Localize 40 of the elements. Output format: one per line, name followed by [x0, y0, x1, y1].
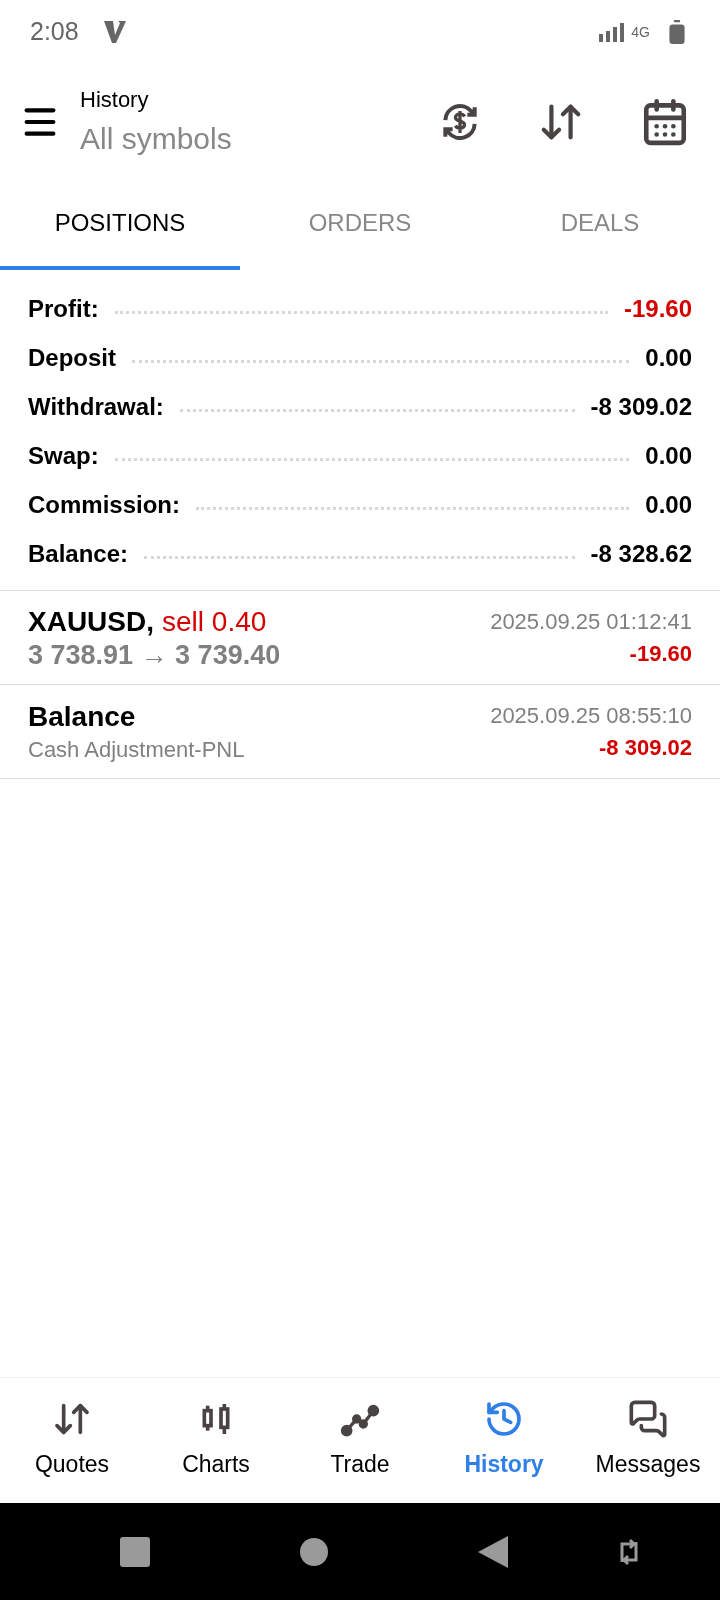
- status-time: 2:08: [30, 16, 79, 48]
- toolbar-subtitle[interactable]: All symbols: [80, 116, 232, 161]
- deal-row[interactable]: XAUUSD, sell 0.40 3 738.91 → 3 739.40 2025.09.25 01:12:41 -19.60: [0, 591, 720, 685]
- nav-tab[interactable]: Charts: [144, 1378, 288, 1503]
- summary-label: Withdrawal:: [28, 391, 164, 422]
- deal-time: 2025.09.25 08:55:10: [490, 701, 692, 730]
- messages-icon: [628, 1399, 668, 1440]
- summary-value: 0.00: [645, 489, 692, 520]
- nav-tab[interactable]: History: [432, 1378, 576, 1503]
- network-label: 4G: [631, 25, 650, 39]
- summary-label: Balance:: [28, 538, 129, 569]
- deal-side: sell 0.40: [162, 604, 267, 639]
- deal-time: 2025.09.25 01:12:41: [490, 607, 692, 636]
- deal-row[interactable]: Balance Cash Adjustment-PNL 2025.09.25 08:55:10 -8 309.02: [0, 685, 720, 779]
- summary-value: 0.00: [645, 342, 692, 373]
- summary-label: Commission:: [28, 489, 180, 520]
- tab[interactable]: ORDERS: [240, 180, 480, 270]
- deal-symbol: Balance: [28, 699, 137, 734]
- summary-value: -19.60: [623, 293, 692, 324]
- back-button[interactable]: [478, 1535, 508, 1568]
- home-button[interactable]: [300, 1537, 328, 1566]
- nav-tab[interactable]: Messages: [576, 1378, 720, 1503]
- deal-comment: Cash Adjustment-PNL: [28, 735, 245, 764]
- tab[interactable]: POSITIONS: [0, 180, 240, 270]
- deal-profit: -8 309.02: [599, 733, 692, 762]
- deal-symbol: XAUUSD,: [28, 604, 154, 639]
- tab[interactable]: DEALS: [480, 180, 720, 270]
- toolbar-title: History: [80, 86, 150, 114]
- nav-tab[interactable]: Trade: [288, 1378, 432, 1503]
- summary-label: Deposit: [28, 342, 116, 373]
- summary-label: Swap:: [28, 440, 99, 471]
- summary-value: -8 309.02: [590, 391, 692, 422]
- deal-profit: -19.60: [629, 639, 692, 668]
- deal-prices: 3 738.91 → 3 739.40: [28, 638, 281, 671]
- summary-value: 0.00: [645, 440, 692, 471]
- summary-value: -8 328.62: [590, 538, 692, 569]
- recents-button[interactable]: [120, 1536, 150, 1567]
- summary-label: Profit:: [28, 293, 99, 324]
- v-logo-icon: [102, 19, 127, 45]
- nav-tab[interactable]: Quotes: [0, 1378, 144, 1503]
